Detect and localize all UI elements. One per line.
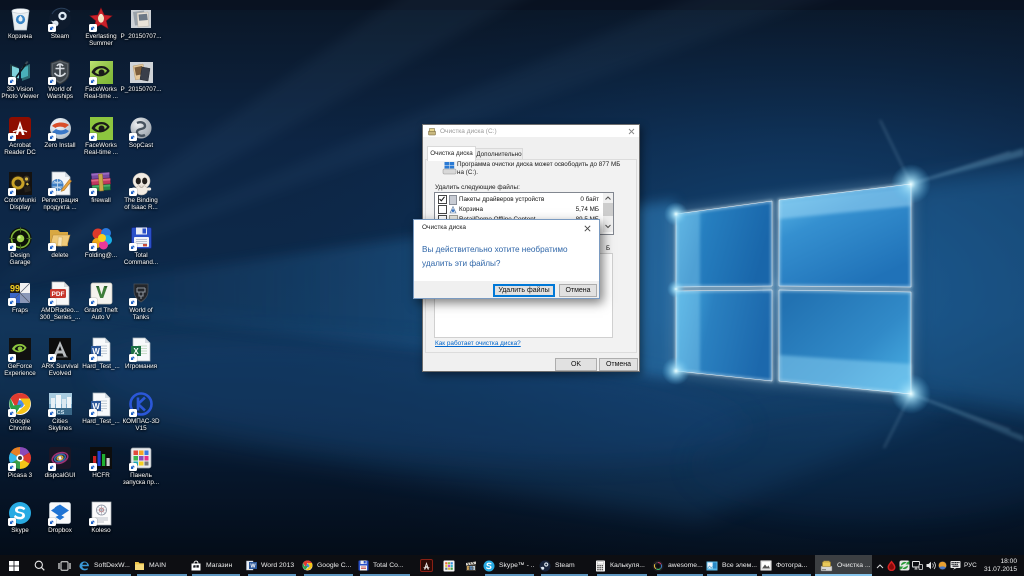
svg-text:99: 99 — [10, 284, 20, 294]
svg-text:W: W — [250, 564, 256, 570]
svg-text:123: 123 — [468, 566, 474, 570]
svg-text:CS: CS — [56, 410, 64, 416]
svg-text:PDF: PDF — [52, 291, 65, 298]
